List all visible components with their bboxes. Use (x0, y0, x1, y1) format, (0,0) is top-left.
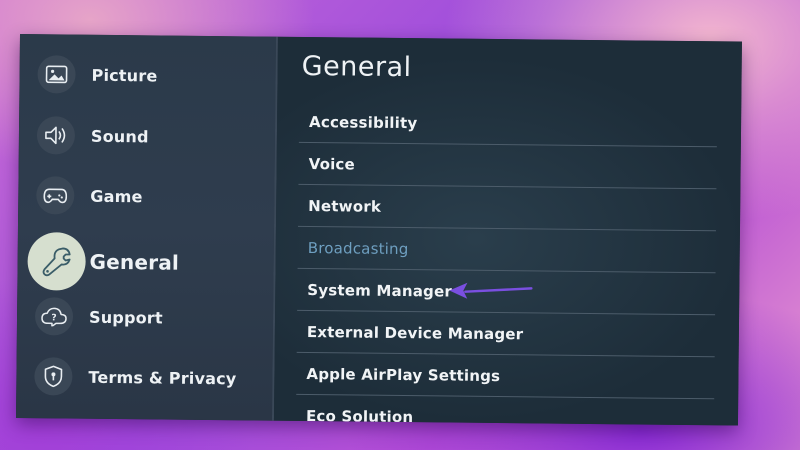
sidebar-item-general[interactable]: General (17, 230, 274, 295)
menu-item-broadcasting[interactable]: Broadcasting (297, 227, 716, 274)
sidebar-item-label: Sound (90, 126, 149, 146)
page-title: General (301, 50, 412, 84)
sidebar-item-support[interactable]: ? Support (17, 290, 274, 345)
sidebar-item-label: Picture (91, 65, 158, 85)
pointer-arrow-icon (449, 282, 533, 299)
menu-item-label: System Manager (307, 281, 453, 301)
menu-item-label: Eco Solution (305, 407, 414, 426)
speaker-icon (36, 116, 76, 155)
menu-item-label: Network (308, 197, 382, 216)
menu-item-apple-airplay-settings[interactable]: Apple AirPlay Settings (296, 353, 715, 400)
sidebar-item-label: General (89, 249, 180, 275)
menu-item-external-device-manager[interactable]: External Device Manager (296, 311, 716, 358)
menu-item-label: Accessibility (308, 113, 418, 133)
settings-sidebar: Picture Sound Game General ? Support Ter… (15, 34, 278, 421)
shield-lock-icon (34, 357, 73, 396)
cloud-help-icon: ? (34, 297, 74, 336)
gamepad-icon (36, 176, 75, 215)
menu-item-accessibility[interactable]: Accessibility (298, 101, 718, 148)
menu-item-label: Voice (308, 155, 356, 174)
sidebar-item-game[interactable]: Game (18, 169, 275, 224)
sidebar-item-sound[interactable]: Sound (19, 109, 276, 164)
menu-item-network[interactable]: Network (297, 185, 717, 232)
menu-item-label: Broadcasting (307, 239, 409, 259)
menu-item-eco-solution[interactable]: Eco Solution (296, 396, 714, 426)
tv-screen: Picture Sound Game General ? Support Ter… (15, 34, 742, 426)
sidebar-item-terms-privacy[interactable]: Terms & Privacy (16, 350, 273, 405)
svg-text:?: ? (51, 313, 56, 323)
menu-item-voice[interactable]: Voice (298, 143, 717, 190)
menu-item-label: External Device Manager (306, 323, 524, 344)
sidebar-item-label: Support (88, 307, 163, 328)
sidebar-item-label: Terms & Privacy (88, 367, 237, 388)
wrench-icon (27, 232, 86, 291)
menu-item-label: Apple AirPlay Settings (306, 365, 501, 386)
general-settings-panel: General Accessibility Voice Network Broa… (273, 36, 742, 426)
sidebar-item-picture[interactable]: Picture (19, 48, 276, 103)
picture-icon (37, 55, 76, 94)
sidebar-item-label: Game (90, 186, 143, 206)
